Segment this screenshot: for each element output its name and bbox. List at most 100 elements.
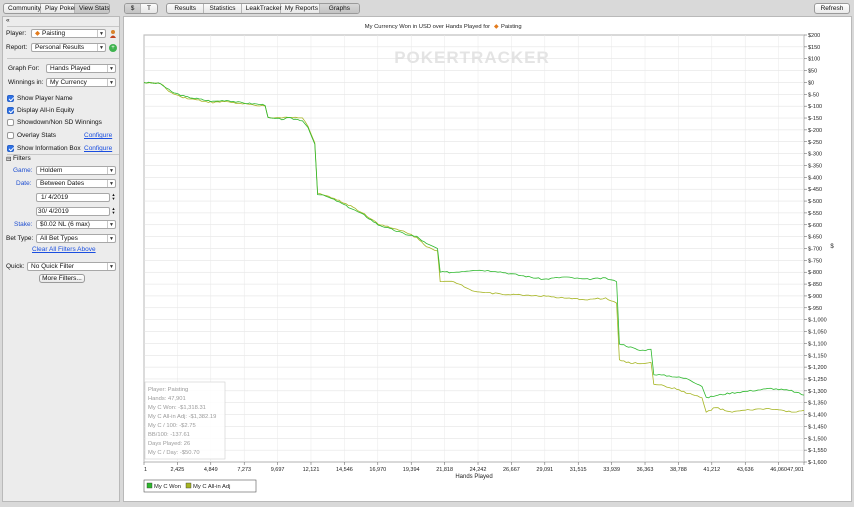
- info-won: My C Won: -$1,318.31: [148, 405, 206, 411]
- chart-title-player: Paisting: [501, 24, 522, 30]
- x-axis-label: Hands Played: [455, 474, 492, 480]
- y-tick-label: $-400: [808, 175, 822, 181]
- overlay-stats-checkbox[interactable]: [7, 132, 14, 139]
- tab-graphs[interactable]: Graphs: [319, 4, 359, 13]
- game-label: Game:: [13, 167, 33, 174]
- tab-community[interactable]: Community: [4, 4, 41, 13]
- x-tick-label: 19,394: [403, 467, 420, 473]
- legend-swatch-my-c-won: [146, 482, 153, 489]
- settings-panel: « Player: ◆ Paisting ▼ Report: Personal R…: [2, 16, 120, 502]
- date-from-value: 1/ 4/2019: [41, 194, 69, 201]
- x-tick-label: 12,121: [303, 467, 320, 473]
- divider: [7, 58, 119, 59]
- game-select[interactable]: Holdem ▼: [36, 166, 116, 175]
- info-per-day: My C / Day: -$50.70: [148, 450, 200, 456]
- y-tick-label: $-700: [808, 247, 822, 253]
- date-select[interactable]: Between Dates ▼: [36, 179, 116, 188]
- player-select[interactable]: ◆ Paisting ▼: [31, 29, 106, 38]
- showdown-winnings-label: Showdown/Non SD Winnings: [17, 119, 102, 126]
- date-from-stepper[interactable]: ▲ ▼: [111, 193, 116, 202]
- x-tick-label: 36,363: [637, 467, 654, 473]
- filters-collapse-icon[interactable]: ⊟: [6, 155, 11, 163]
- tab-play-poker[interactable]: Play Poker: [41, 4, 76, 13]
- chevron-down-icon: ▼: [107, 221, 115, 228]
- bet-type-select[interactable]: All Bet Types ▼: [36, 234, 116, 243]
- stake-select-value: $0.02 NL (6 max): [40, 221, 90, 228]
- y-tick-label: $-1,250: [808, 377, 827, 383]
- divider: [7, 26, 119, 27]
- info-box-configure-link[interactable]: Configure: [84, 145, 112, 152]
- y-tick-label: $-1,600: [808, 460, 827, 466]
- chevron-down-icon: ▼: [107, 235, 115, 242]
- quick-label: Quick:: [6, 263, 25, 270]
- chevron-down-icon: ▼: [107, 79, 115, 86]
- chart-title-group: My Currency Won in USD over Hands Played…: [365, 24, 522, 30]
- collapse-panel-icon[interactable]: «: [6, 17, 10, 24]
- x-tick-label: 21,818: [436, 467, 453, 473]
- site-logo-icon: ◆: [35, 30, 40, 37]
- game-select-value: Holdem: [40, 167, 63, 174]
- clear-all-filters-link[interactable]: Clear All Filters Above: [32, 246, 96, 253]
- x-tick-label: 14,546: [336, 467, 353, 473]
- y-tick-label: $-1,200: [808, 365, 827, 371]
- stake-select[interactable]: $0.02 NL (6 max) ▼: [36, 220, 116, 229]
- tab-tournament[interactable]: T: [141, 4, 157, 13]
- x-tick-label: 33,939: [603, 467, 620, 473]
- report-select[interactable]: Personal Results ▼: [31, 43, 106, 52]
- x-axis: 1 2,425 4,849 7,273 9,697 12,121 14,546 16,970 1…: [143, 462, 805, 473]
- y-tick-label: $-500: [808, 199, 822, 205]
- overlay-stats-configure-link[interactable]: Configure: [84, 132, 112, 139]
- x-tick-label: 29,091: [536, 467, 553, 473]
- player-search-icon[interactable]: [109, 29, 117, 38]
- info-box-frame: [144, 381, 226, 460]
- graph-for-select[interactable]: Hands Played ▼: [46, 64, 116, 73]
- more-filters-button[interactable]: More Filters...: [39, 274, 85, 283]
- results-chart: My Currency Won in USD over Hands Played…: [143, 24, 834, 493]
- tab-leaktracker[interactable]: LeakTracker: [242, 4, 282, 13]
- x-tick-label: 9,697: [271, 467, 285, 473]
- tab-statistics[interactable]: Statistics: [204, 4, 242, 13]
- display-all-in-equity-label: Display All-in Equity: [17, 107, 75, 114]
- info-box: Player: Paisting Hands: 47,901 My C Won:…: [144, 381, 226, 460]
- x-tick-label: 38,788: [670, 467, 687, 473]
- tab-cash[interactable]: $: [125, 4, 142, 13]
- y-tick-label: $-300: [808, 152, 822, 158]
- date-to-field[interactable]: 30/ 4/2019: [36, 207, 110, 216]
- chevron-down-icon: ▼: [107, 263, 115, 270]
- x-tick-label: 41,212: [703, 467, 720, 473]
- y-tick-label: $-900: [808, 294, 822, 300]
- y-tick-label: $-600: [808, 223, 822, 229]
- tab-results[interactable]: Results: [167, 4, 205, 13]
- refresh-button[interactable]: Refresh: [814, 3, 850, 14]
- date-select-value: Between Dates: [40, 180, 85, 187]
- bet-type-select-value: All Bet Types: [40, 235, 78, 242]
- y-tick-label: $-1,500: [808, 436, 827, 442]
- add-report-icon[interactable]: +: [109, 44, 117, 52]
- y-tick-label: $-50: [808, 92, 819, 98]
- date-from-field[interactable]: 1/ 4/2019: [36, 193, 110, 202]
- y-tick-label: $-850: [808, 282, 822, 288]
- x-tick-label: 26,667: [503, 467, 520, 473]
- winnings-in-select[interactable]: My Currency ▼: [46, 78, 116, 87]
- legend-swatch-all-in-adj: [185, 482, 192, 489]
- info-hands: Hands: 47,901: [148, 396, 186, 402]
- legend-label-all-in-adj: My C All-in Adj: [193, 484, 230, 490]
- chevron-down-icon: ▼: [107, 167, 115, 174]
- tab-my-reports[interactable]: My Reports: [281, 4, 320, 13]
- y-tick-label: $-750: [808, 258, 822, 264]
- date-to-stepper[interactable]: ▲ ▼: [111, 207, 116, 216]
- x-tick-label: 7,273: [237, 467, 251, 473]
- showdown-winnings-checkbox[interactable]: [7, 119, 14, 126]
- quick-filter-select[interactable]: No Quick Filter ▼: [27, 262, 116, 271]
- player-select-value: Paisting: [42, 30, 66, 37]
- grid: [143, 34, 805, 463]
- report-label: Report:: [6, 44, 28, 51]
- show-player-name-checkbox[interactable]: [7, 95, 14, 102]
- currency-tabs: $ T: [124, 3, 158, 14]
- y-tick-label: $-200: [808, 128, 822, 134]
- tab-view-stats[interactable]: View Stats: [75, 4, 109, 13]
- show-info-box-checkbox[interactable]: [7, 145, 14, 152]
- x-tick-label: 16,970: [369, 467, 386, 473]
- y-tick-label: $-1,550: [808, 448, 827, 454]
- display-all-in-equity-checkbox[interactable]: [7, 107, 14, 114]
